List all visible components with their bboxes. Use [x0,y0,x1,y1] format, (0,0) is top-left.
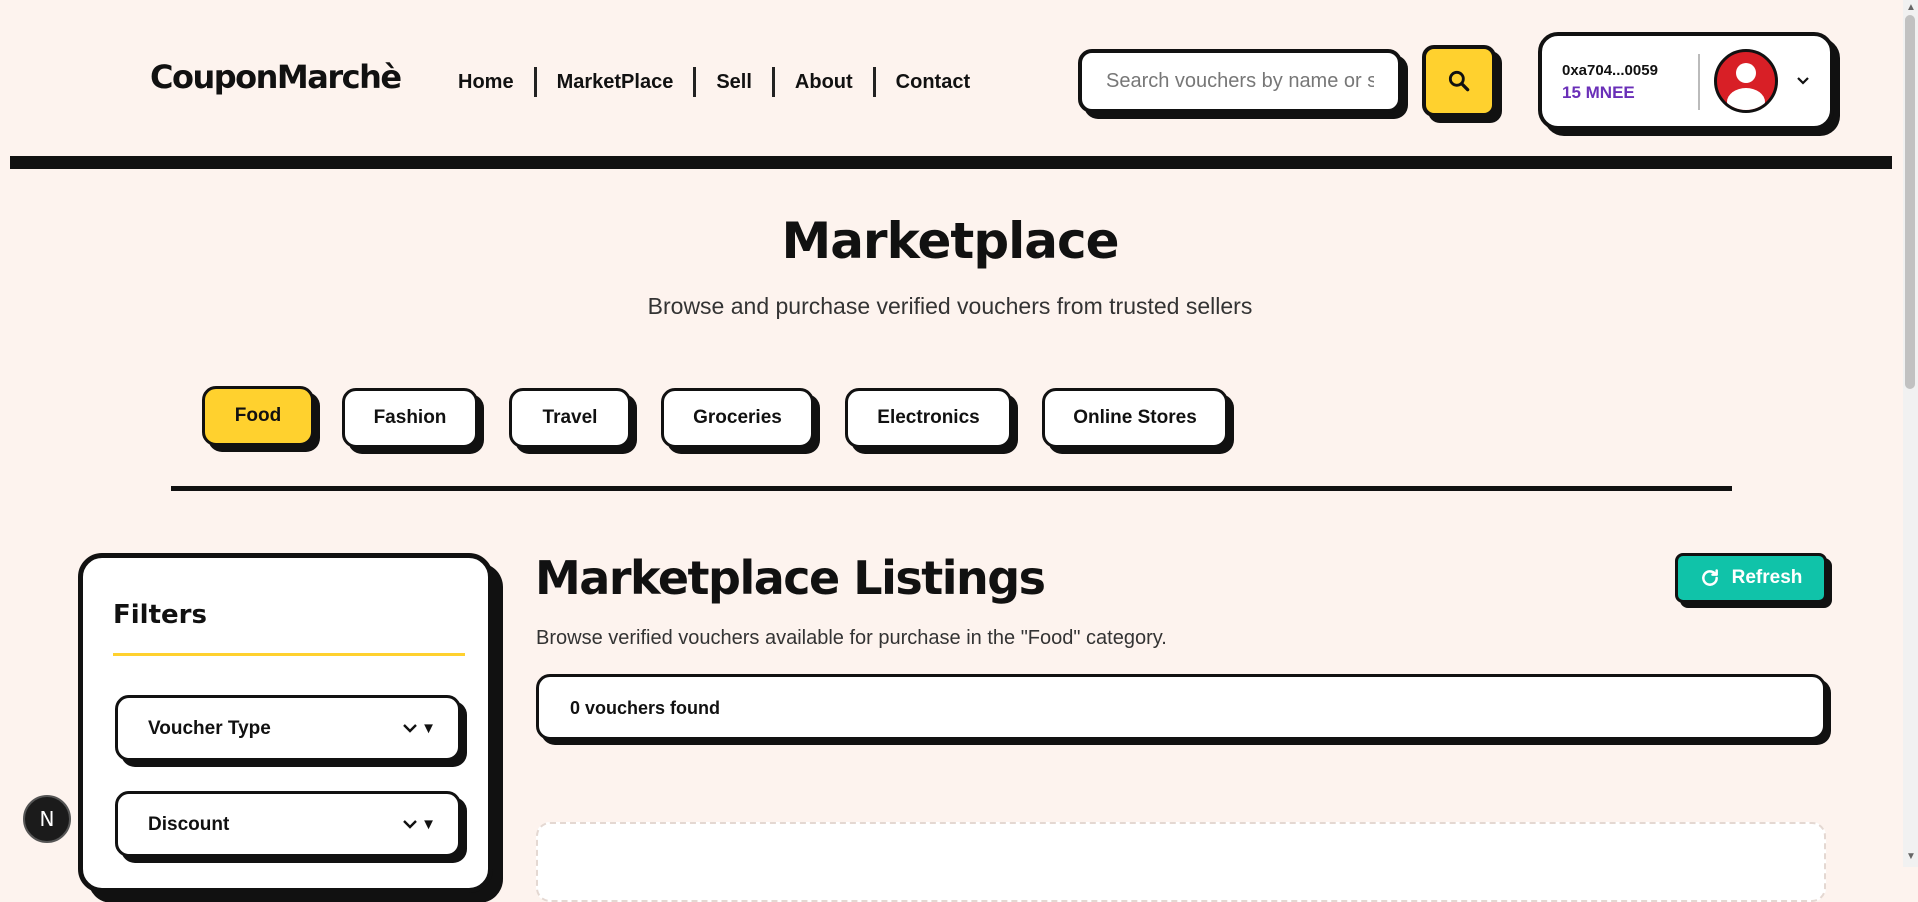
listings-empty-state [536,822,1826,902]
nav-separator [771,67,775,97]
discount-select[interactable]: Discount ▼ [115,791,461,857]
search-icon [1448,70,1470,92]
category-tab-food[interactable]: Food [202,386,314,446]
header-divider [10,156,1892,169]
caret-down-icon: ▼ [421,816,436,833]
wallet-address: 0xa704...0059 [1562,62,1658,79]
nav-contact[interactable]: Contact [896,71,970,94]
search-box [1078,49,1402,113]
filters-panel: Filters Voucher Type ▼ Discount ▼ [78,553,493,893]
scroll-down-arrow-icon[interactable]: ▼ [1906,851,1916,862]
chevron-down-icon [402,721,418,739]
scrollbar-thumb[interactable] [1905,15,1915,389]
caret-down-icon: ▼ [421,720,436,737]
nav-home[interactable]: Home [458,71,514,94]
refresh-icon [1701,569,1718,586]
nav-marketplace[interactable]: MarketPlace [557,71,674,94]
category-tab-fashion[interactable]: Fashion [342,388,478,448]
search-button[interactable] [1422,45,1496,117]
voucher-type-select[interactable]: Voucher Type ▼ [115,695,461,761]
nav-about[interactable]: About [795,71,853,94]
category-tab-online-stores[interactable]: Online Stores [1042,388,1228,448]
filters-title: Filters [113,600,207,630]
select-label: Voucher Type [148,718,271,739]
select-label: Discount [148,814,230,835]
chevron-down-icon[interactable] [1792,70,1814,92]
listings-title: Marketplace Listings [535,551,1046,605]
filters-underline [113,653,465,656]
wallet-divider [1698,54,1700,110]
category-tab-travel[interactable]: Travel [509,388,631,448]
chevron-down-icon [402,817,418,835]
main-nav: Home MarketPlace Sell About Contact [458,66,970,98]
results-count-bar: 0 vouchers found [536,674,1826,740]
listings-subtitle: Browse verified vouchers available for p… [536,627,1167,649]
avatar[interactable] [1714,49,1778,113]
category-tab-groceries[interactable]: Groceries [661,388,814,448]
category-tab-electronics[interactable]: Electronics [845,388,1012,448]
scroll-up-arrow-icon[interactable]: ▲ [1906,2,1916,13]
wallet-menu[interactable]: 0xa704...0059 15 MNEE [1538,32,1834,130]
wallet-balance: 15 MNEE [1562,83,1635,102]
refresh-button[interactable]: Refresh [1675,553,1827,603]
nav-separator [872,67,876,97]
refresh-label: Refresh [1731,567,1803,588]
nav-sell[interactable]: Sell [716,71,752,94]
category-divider [171,486,1732,491]
page-title: Marketplace [781,212,1119,270]
dev-tools-badge[interactable]: N [23,795,71,843]
search-input[interactable] [1082,53,1398,109]
nav-separator [693,67,697,97]
user-icon [1727,63,1765,110]
nav-separator [533,67,537,97]
results-count: 0 vouchers found [570,698,721,718]
site-logo[interactable]: CouponMarchè [150,58,402,96]
page-subtitle: Browse and purchase verified vouchers fr… [647,293,1253,319]
